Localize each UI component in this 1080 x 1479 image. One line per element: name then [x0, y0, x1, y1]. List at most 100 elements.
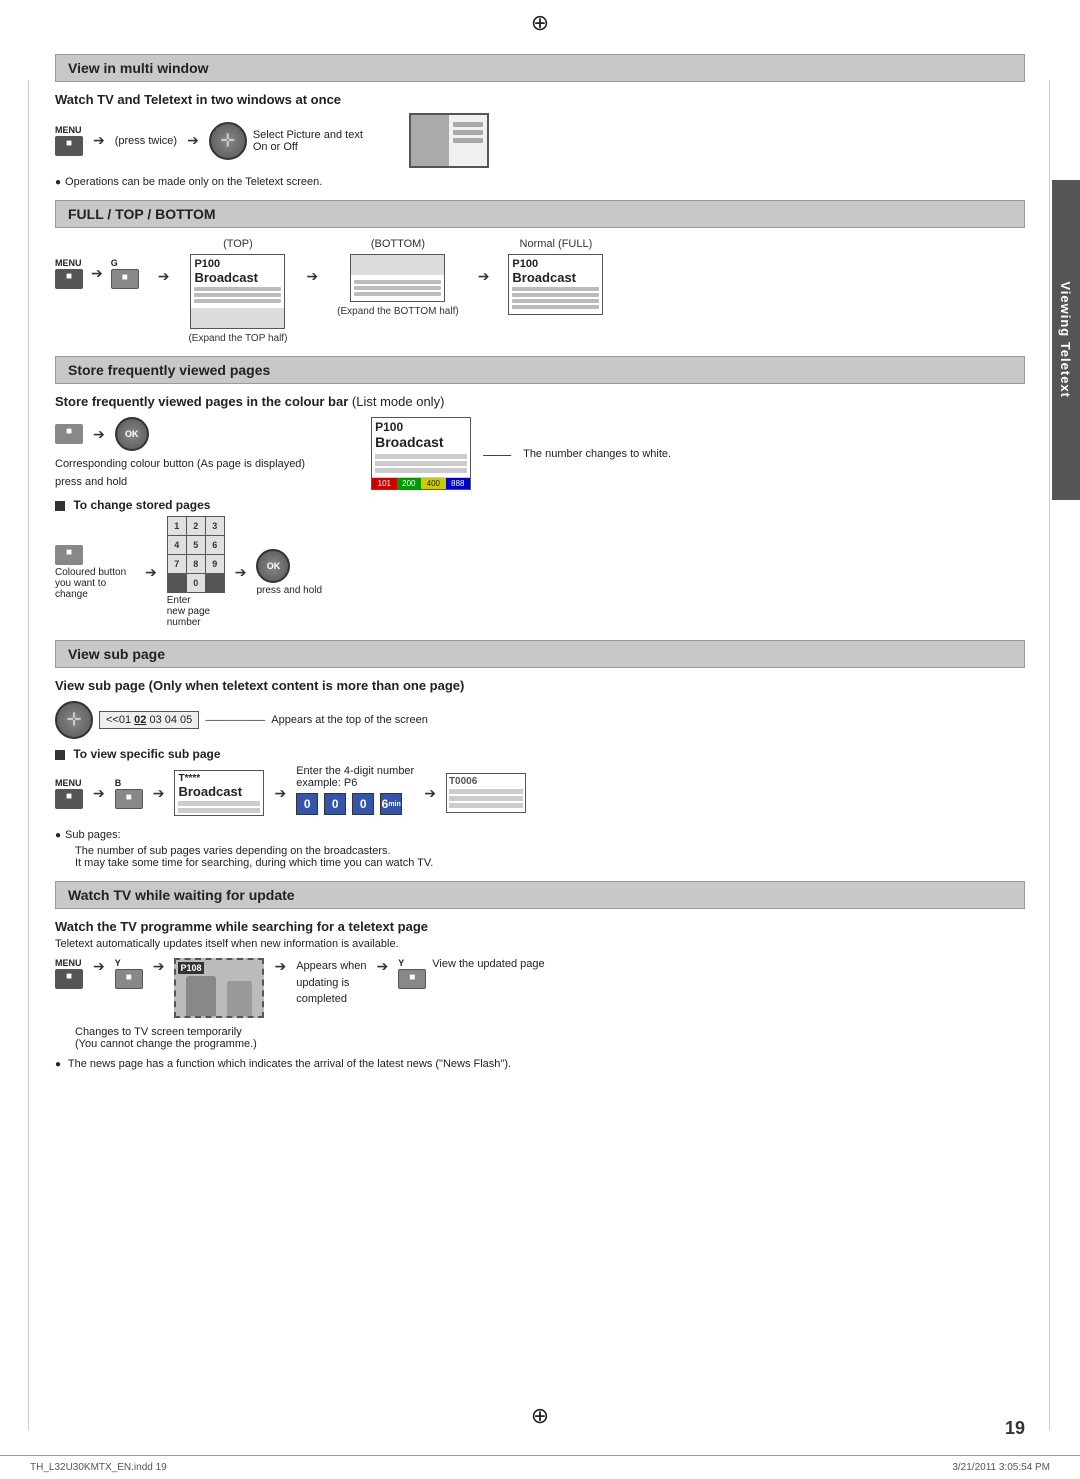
section3-btn-row: ■ ➔ [55, 417, 305, 451]
key-2: 2 [187, 517, 205, 535]
nav-button-1[interactable] [209, 122, 247, 160]
press-hold-label: press and hold [55, 476, 305, 488]
ok-button-1[interactable] [115, 417, 149, 451]
ftb-arrow4: ➔ [478, 268, 490, 285]
ftb-bottom-screen [350, 254, 445, 302]
sub-pages-notes: Sub pages: The number of sub pages varie… [55, 829, 1025, 869]
page-footer: TH_L32U30KMTX_EN.indd 19 3/21/2011 3:05:… [0, 1455, 1080, 1479]
colour-button-key[interactable]: ■ [55, 424, 83, 444]
press-hold-2-label: press and hold [256, 585, 322, 596]
section3-header: Store frequently viewed pages [55, 356, 1025, 384]
section5-header: Watch TV while waiting for update [55, 881, 1025, 909]
section1-controls-row: MENU ■ ➔ (press twice) ➔ Select Picture … [55, 113, 1025, 168]
page-container: ⊕ Viewing Teletext View in multi window … [0, 0, 1080, 1479]
ftb-normal-item: Normal (FULL) P100 Broadcast [508, 238, 603, 315]
s5-arrow1: ➔ [93, 958, 105, 975]
tv-screen-illustration [409, 113, 489, 168]
key-8: 8 [187, 555, 205, 573]
ftb-arrow3: ➔ [306, 268, 318, 285]
colour-bar-200: 200 [397, 478, 422, 489]
section5-subtitle: Watch the TV programme while searching f… [55, 919, 1025, 934]
square-bullet-icon-2 [55, 750, 65, 760]
key-6: 6 [206, 536, 224, 554]
broadcast-box-1: P100 Broadcast 101 200 400 [371, 417, 471, 490]
section5-main-row: MENU ■ ➔ Y ■ ➔ P108 [55, 958, 1025, 1018]
section1-note: Operations can be made only on the Telet… [55, 176, 1025, 188]
coloured-button[interactable]: ■ [55, 545, 83, 565]
digit-6: 6min [380, 793, 402, 815]
left-margin-line [28, 80, 29, 1430]
s3-arrow3: ➔ [235, 564, 247, 581]
ftb-arrow1: ➔ [91, 265, 103, 282]
key-0: 0 [187, 574, 205, 592]
change-stored-row: ■ Coloured button you want to change ➔ 1… [55, 516, 1025, 628]
s5-cannot-change: (You cannot change the programme.) [55, 1038, 1025, 1050]
s4-menu-button[interactable]: ■ [55, 789, 83, 809]
ok-button-2[interactable] [256, 549, 290, 583]
s5-news-flash: The news page has a function which indic… [55, 1058, 1025, 1070]
nav-button-2[interactable] [55, 701, 93, 739]
section-watch-tv-update: Watch TV while waiting for update Watch … [55, 881, 1025, 1070]
number-changes-label: The number changes to white. [523, 448, 671, 460]
footer-right: 3/21/2011 3:05:54 PM [952, 1462, 1050, 1473]
ftb-top-screen: P100 Broadcast [190, 254, 285, 329]
colour-bar-101: 101 [372, 478, 397, 489]
section-store-pages: Store frequently viewed pages Store freq… [55, 356, 1025, 628]
section-view-in-multi-window: View in multi window Watch TV and Telete… [55, 54, 1025, 188]
page-number: 19 [1005, 1418, 1025, 1439]
bottom-compass-icon: ⊕ [531, 1403, 549, 1429]
ftb-normal-screen: P100 Broadcast [508, 254, 603, 315]
s5-view-updated: View the updated page [432, 958, 544, 970]
square-bullet-icon [55, 501, 65, 511]
s5-y-group: Y ■ [115, 958, 143, 989]
s5-y2-group: Y ■ [398, 958, 426, 989]
s3-arrow2: ➔ [145, 564, 157, 581]
ftb-menu-button[interactable]: ■ [55, 269, 83, 289]
section5-auto-update: Teletext automatically updates itself wh… [55, 938, 1025, 950]
key-3: 3 [206, 517, 224, 535]
ftb-key-row: MENU ■ ➔ G ■ [55, 258, 139, 289]
section1-header: View in multi window [55, 54, 1025, 82]
ftb-menu-keys: MENU ■ ➔ G ■ [55, 238, 139, 295]
s5-y2-button[interactable]: ■ [398, 969, 426, 989]
key-5: 5 [187, 536, 205, 554]
section3-broadcast-group: P100 Broadcast 101 200 400 [371, 417, 671, 490]
section4-header: View sub page [55, 640, 1025, 668]
ftb-arrow2: ➔ [158, 268, 170, 285]
s5-y-button[interactable]: ■ [115, 969, 143, 989]
section4-subtitle: View sub page (Only when teletext conten… [55, 678, 1025, 693]
s5-menu-button[interactable]: ■ [55, 969, 83, 989]
ftb-g-button[interactable]: ■ [111, 269, 139, 289]
s5-appears-group: Appears when updating is completed [296, 958, 366, 1008]
s4-b-button[interactable]: ■ [115, 789, 143, 809]
numpad: 1 2 3 4 5 6 7 8 9 0 [167, 516, 225, 593]
menu-button[interactable]: ■ [55, 136, 83, 156]
arrow2: ➔ [187, 132, 199, 149]
section4-specific: To view specific sub page MENU ■ ➔ B ■ ➔ [55, 747, 1025, 869]
s5-arrow4: ➔ [377, 958, 389, 975]
section3-main-row: ■ ➔ Corresponding colour button (As page… [55, 417, 1025, 490]
numpad-group: 1 2 3 4 5 6 7 8 9 0 Enter [167, 516, 225, 628]
change-stored-title: To change stored pages [55, 498, 1025, 512]
s5-arrow3: ➔ [274, 958, 286, 975]
arrow1: ➔ [93, 132, 105, 149]
colour-btn-desc: Corresponding colour button (As page is … [55, 457, 305, 472]
right-margin-line [1049, 80, 1050, 1430]
t0006-box: T0006 [446, 773, 526, 813]
digit-buttons-row: 0 0 0 6min [296, 793, 414, 815]
digit-0b: 0 [324, 793, 346, 815]
ftb-g-btn-group: G ■ [111, 258, 139, 289]
s3-number-arrow: —— [483, 446, 511, 462]
ftb-menu-btn-group: MENU ■ [55, 258, 83, 289]
digit-0c: 0 [352, 793, 374, 815]
s5-changes-tv: Changes to TV screen temporarily [55, 1026, 1025, 1038]
key-9: 9 [206, 555, 224, 573]
s4-b-group: B ■ [115, 778, 143, 809]
key-1: 1 [168, 517, 186, 535]
t-broadcast-box: T**** Broadcast [174, 770, 264, 816]
s5-arrow2: ➔ [153, 958, 165, 975]
enter-labels: Enter new page number [167, 595, 225, 628]
colour-bar-400: 400 [421, 478, 446, 489]
section3-subtitle: Store frequently viewed pages in the col… [55, 394, 1025, 409]
coloured-btn-desc: Coloured button you want to change [55, 567, 135, 600]
